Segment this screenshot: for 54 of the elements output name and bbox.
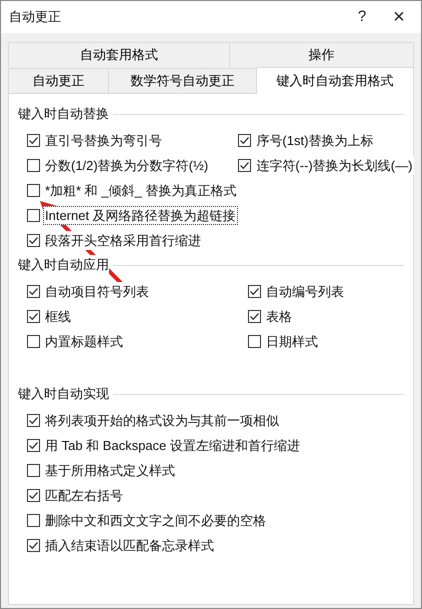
check-icon — [239, 160, 250, 171]
check-icon — [28, 235, 39, 246]
checkbox[interactable] — [27, 539, 40, 552]
checkbox-label[interactable]: 段落开头空格采用首行缩进 — [43, 231, 203, 250]
checkbox[interactable] — [27, 335, 40, 348]
checkbox-label[interactable]: 序号(1st)替换为上标 — [254, 131, 376, 150]
close-button[interactable]: × — [377, 2, 421, 32]
checkbox-label[interactable]: 插入结束语以匹配备忘录样式 — [43, 536, 216, 555]
help-button[interactable]: ? — [347, 6, 377, 28]
checkbox[interactable] — [27, 414, 40, 427]
checkbox-label[interactable]: 表格 — [264, 307, 294, 326]
tab[interactable]: 自动套用格式 — [8, 42, 230, 67]
tab[interactable]: 操作 — [229, 42, 414, 67]
tab[interactable]: 数学符号自动更正 — [108, 68, 256, 93]
check-icon — [28, 135, 39, 146]
check-icon — [249, 286, 260, 297]
check-icon — [249, 311, 260, 322]
checkbox-label[interactable]: 基于所用格式定义样式 — [43, 461, 177, 480]
checkbox-label[interactable]: 直引号替换为弯引号 — [43, 131, 164, 150]
tab[interactable]: 键入时自动套用格式 — [256, 67, 414, 94]
checkbox[interactable] — [27, 489, 40, 502]
check-icon — [28, 286, 39, 297]
checkbox[interactable] — [27, 209, 40, 222]
check-icon — [28, 440, 39, 451]
check-icon — [28, 490, 39, 501]
check-icon — [28, 311, 39, 322]
window-title: 自动更正 — [9, 8, 61, 26]
checkbox[interactable] — [27, 184, 40, 197]
checkbox[interactable] — [238, 159, 252, 172]
checkbox-label[interactable]: Internet 及网络路径替换为超链接 — [43, 206, 238, 225]
checkbox[interactable] — [238, 134, 252, 147]
check-icon — [28, 415, 39, 426]
checkbox[interactable] — [248, 285, 261, 298]
checkbox-label[interactable]: 分数(1/2)替换为分数字符(½) — [43, 156, 210, 175]
checkbox[interactable] — [27, 439, 40, 452]
checkbox[interactable] — [248, 335, 261, 348]
checkbox-label[interactable]: 连字符(--)替换为长划线(—) — [254, 156, 414, 175]
checkbox[interactable] — [27, 514, 40, 527]
checkbox[interactable] — [27, 159, 40, 172]
checkbox[interactable] — [27, 234, 40, 247]
checkbox[interactable] — [27, 285, 40, 298]
checkbox[interactable] — [27, 310, 40, 323]
checkbox[interactable] — [248, 310, 261, 323]
checkbox-label[interactable]: 删除中文和西文文字之间不必要的空格 — [43, 511, 268, 530]
tab[interactable]: 自动更正 — [8, 68, 108, 93]
check-icon — [28, 540, 39, 551]
checkbox[interactable] — [27, 464, 40, 477]
checkbox-label[interactable]: 将列表项开始的格式设为与其前一项相似 — [43, 411, 281, 430]
checkbox[interactable] — [27, 134, 40, 147]
checkbox-label[interactable]: 用 Tab 和 Backspace 设置左缩进和首行缩进 — [43, 436, 302, 455]
check-icon — [239, 135, 250, 146]
checkbox-label[interactable]: *加粗* 和 _倾斜_ 替换为真正格式 — [43, 181, 238, 200]
checkbox-label[interactable]: 内置标题样式 — [43, 332, 125, 351]
section-heading: 键入时自动应用 — [18, 255, 109, 275]
